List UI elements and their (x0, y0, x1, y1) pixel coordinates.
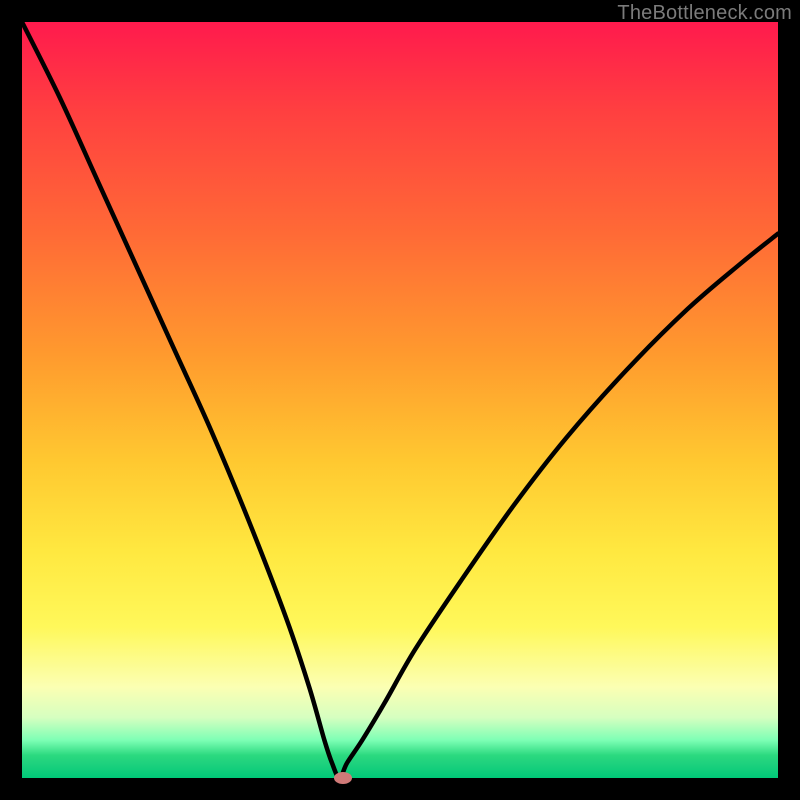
chart-frame: TheBottleneck.com (0, 0, 800, 800)
plot-area (22, 22, 778, 778)
bottleneck-curve (22, 22, 778, 778)
optimal-point-marker (334, 772, 352, 784)
